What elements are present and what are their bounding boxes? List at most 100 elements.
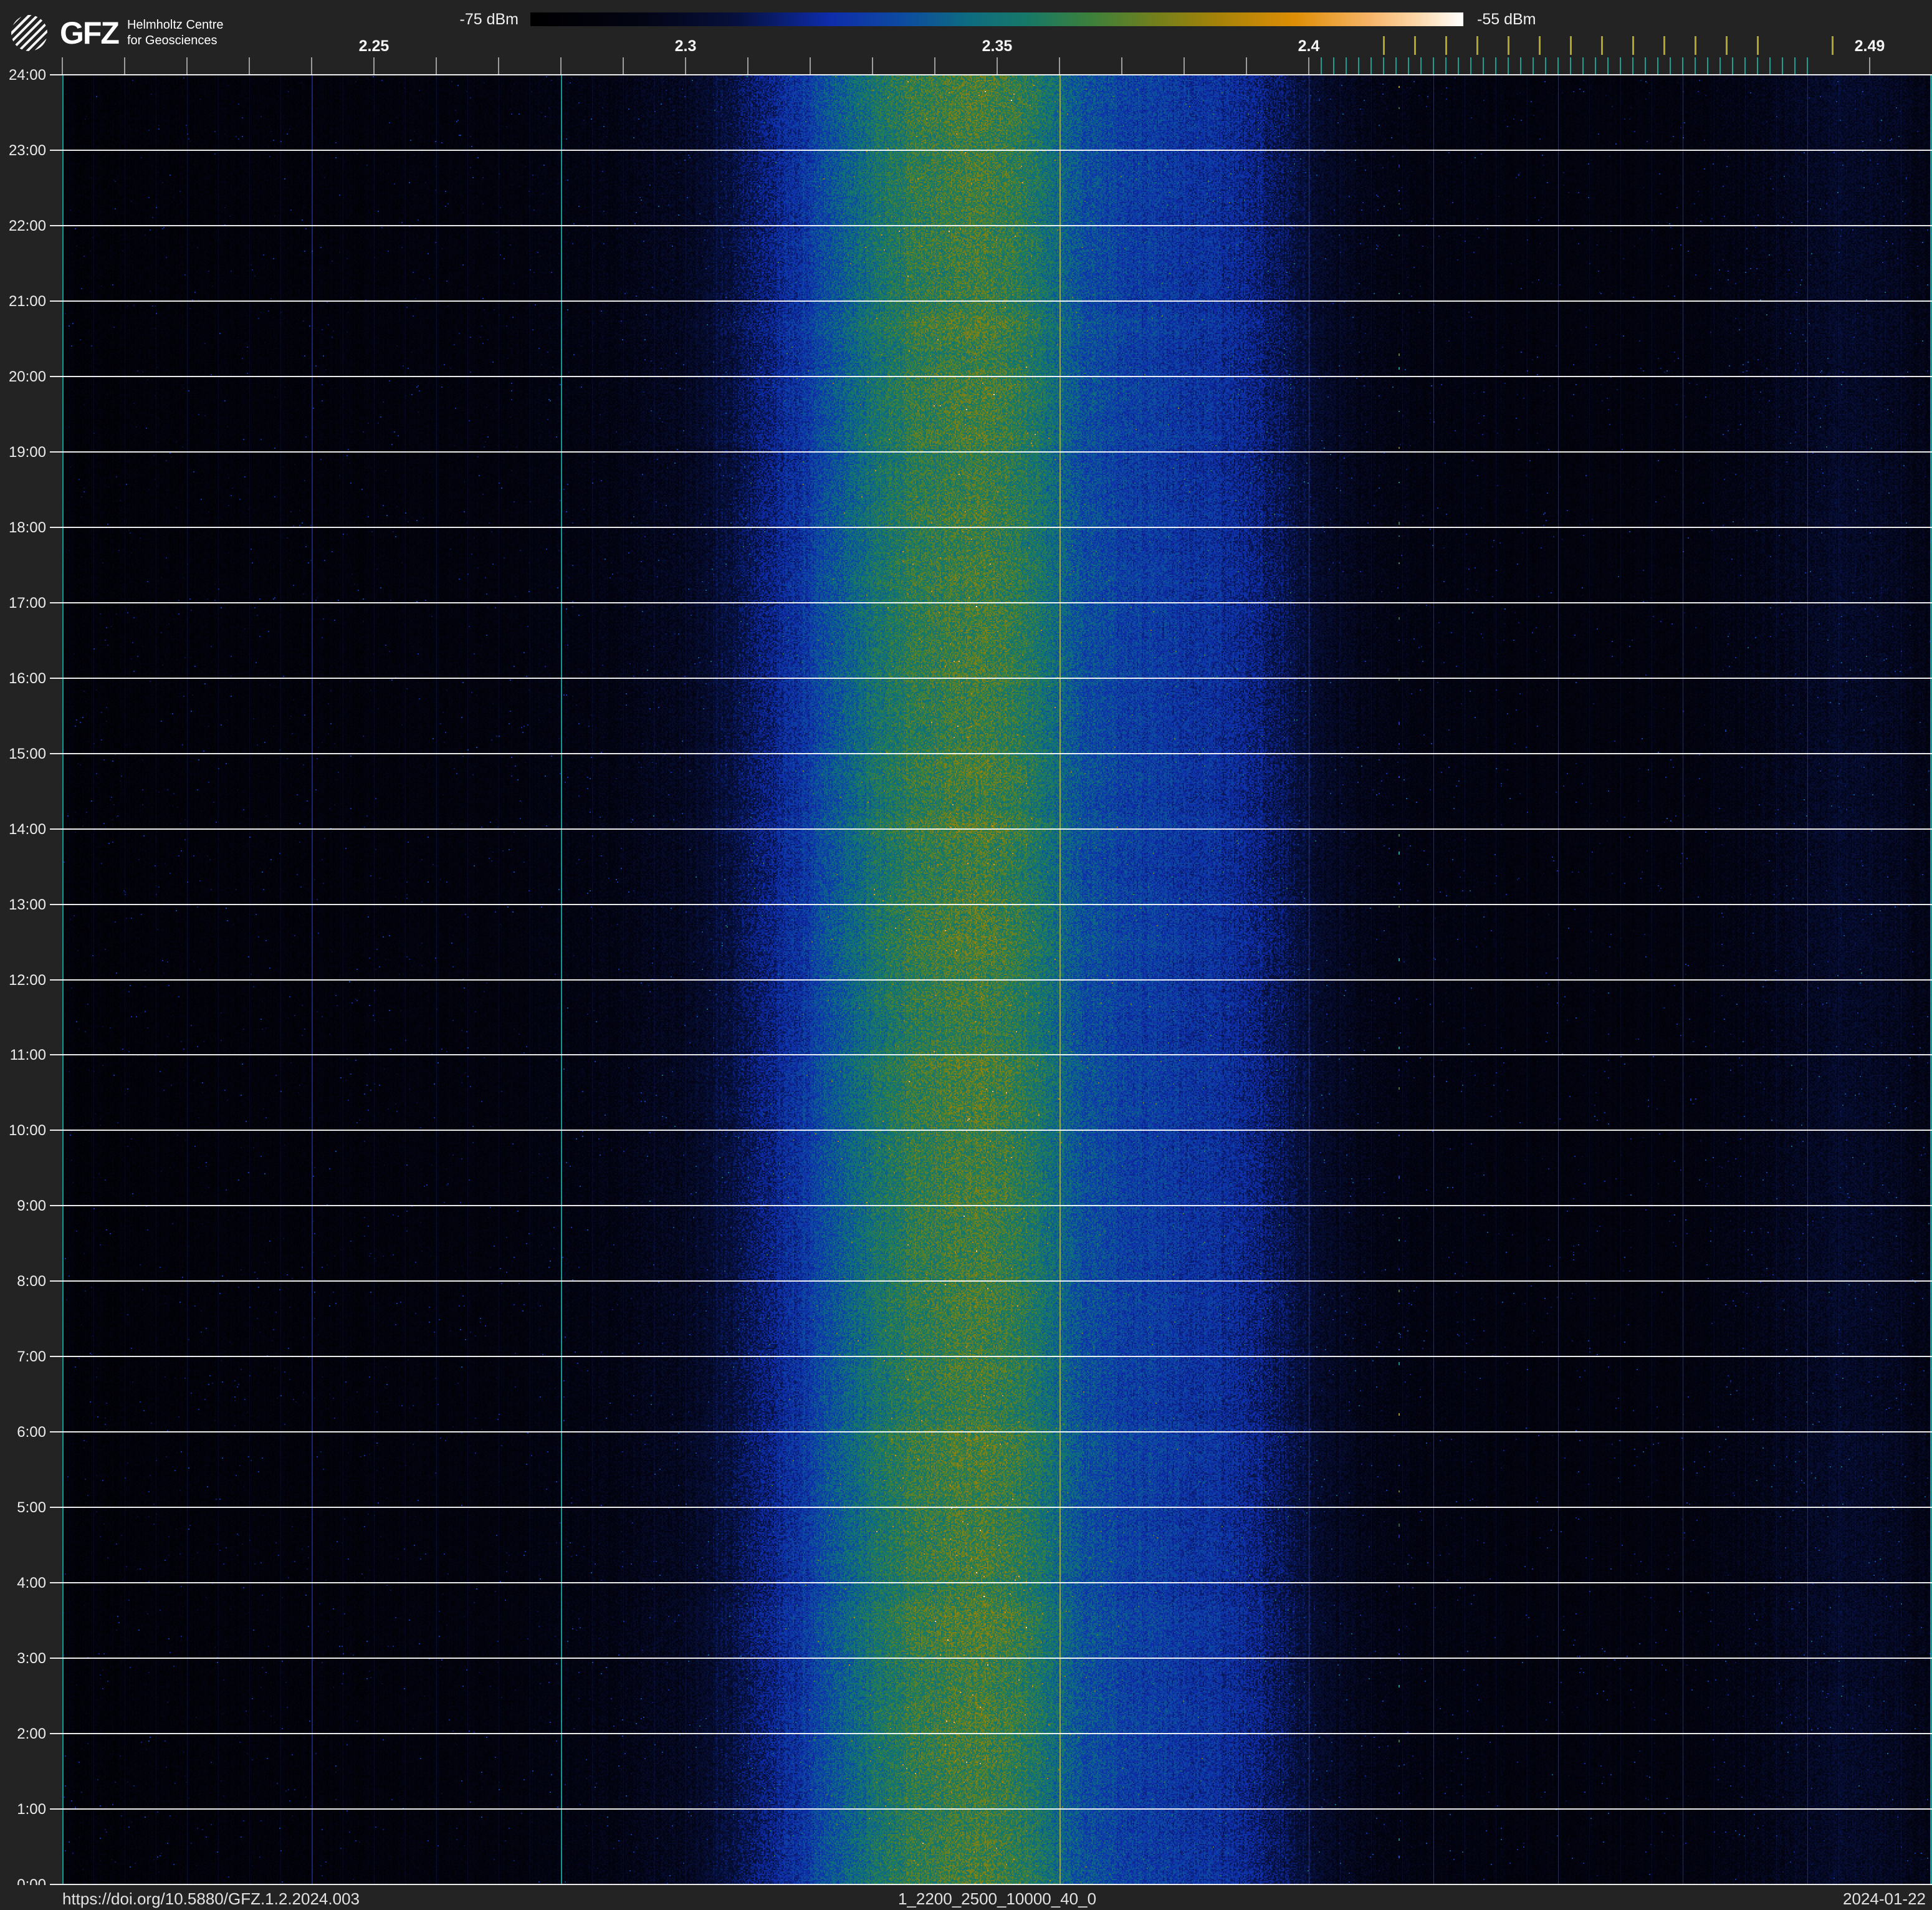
wifi-channel-tick — [1757, 36, 1759, 55]
ble-channel-tick — [1346, 57, 1347, 75]
intermittent-signal-dot — [1399, 293, 1400, 295]
intermittent-signal-dot — [1399, 86, 1400, 88]
wifi-channel-tick — [1726, 36, 1728, 55]
intermittent-signal-dot — [1399, 617, 1400, 620]
hour-gridline — [50, 1582, 1932, 1584]
time-tick-label: 12:00 — [8, 971, 46, 989]
ble-channel-tick — [1782, 57, 1783, 75]
ble-channel-tick — [1582, 57, 1584, 75]
intermittent-signal-dot — [1399, 834, 1400, 837]
ble-channel-tick — [1483, 57, 1484, 75]
intermittent-signal-dot — [1399, 411, 1400, 413]
wifi-channel-tick — [1601, 36, 1603, 55]
intermittent-signal-dot — [1399, 881, 1400, 885]
ble-channel-tick — [1433, 57, 1434, 75]
intermittent-signal-dot — [1399, 1490, 1400, 1492]
intermittent-signal-dot — [1399, 1523, 1400, 1527]
gfz-logo-name-line2: for Geosciences — [127, 34, 218, 47]
intermittent-signal-dot — [1399, 722, 1400, 726]
intermittent-signal-dot — [1399, 521, 1400, 525]
freq-tick — [934, 57, 935, 75]
intermittent-signal-dot — [1399, 1289, 1400, 1292]
freq-tick-label: 2.49 — [1854, 37, 1885, 55]
intermittent-signal-dot — [1399, 1792, 1400, 1795]
ble-channel-tick — [1757, 57, 1758, 75]
ble-channel-tick — [1645, 57, 1646, 75]
ble-channel-tick — [1470, 57, 1471, 75]
freq-tick — [997, 57, 998, 75]
ble-channel-tick — [1545, 57, 1546, 75]
freq-tick-label: 2.3 — [674, 37, 697, 55]
time-tick-label: 19:00 — [8, 443, 46, 461]
intermittent-signal-dot — [1399, 1068, 1400, 1071]
time-tick-label: 24:00 — [8, 67, 46, 84]
ble-channel-tick — [1620, 57, 1621, 75]
freq-tick — [311, 57, 312, 75]
ble-channel-tick — [1682, 57, 1683, 75]
ble-channel-tick — [1458, 57, 1459, 75]
intermittent-signal-dot — [1399, 1685, 1400, 1688]
intermittent-signal-dot — [1399, 1268, 1400, 1270]
intermittent-signal-dot — [1399, 905, 1400, 908]
ble-channel-tick — [1719, 57, 1721, 75]
footer-bar: https://doi.org/10.5880/GFZ.1.2.2024.003… — [0, 1885, 1932, 1910]
intermittent-signal-dot — [1399, 1175, 1400, 1179]
wifi-channel-tick — [1508, 36, 1509, 55]
time-tick-label: 20:00 — [8, 368, 46, 385]
wifi-channel-tick — [1663, 36, 1665, 55]
ble-channel-tick — [1570, 57, 1571, 75]
hour-gridline — [50, 224, 1932, 226]
hour-gridline — [50, 1507, 1932, 1509]
date-text: 2024-01-22 — [1843, 1889, 1926, 1908]
intermittent-signal-dot — [1399, 234, 1400, 237]
dataset-id-text: 1_2200_2500_10000_40_0 — [897, 1889, 1097, 1908]
intermittent-signal-dot — [1399, 1653, 1400, 1655]
time-tick-label: 17:00 — [8, 594, 46, 612]
intermittent-signal-dot — [1399, 957, 1400, 961]
ble-channel-tick — [1333, 57, 1334, 75]
time-tick-label: 22:00 — [8, 217, 46, 234]
freq-tick — [685, 57, 686, 75]
spectrogram-page: GFZ Helmholtz Centre for Geosciences -75… — [0, 0, 1932, 1910]
hour-gridline — [50, 1658, 1932, 1659]
freq-tick — [62, 57, 63, 75]
gfz-logo: GFZ Helmholtz Centre for Geosciences — [11, 15, 224, 51]
intermittent-signal-dot — [1399, 1628, 1400, 1631]
freq-tick — [560, 57, 562, 75]
time-tick-label: 15:00 — [8, 745, 46, 762]
hour-gridline — [50, 903, 1932, 905]
freq-tick — [1059, 57, 1060, 75]
hour-gridline — [50, 828, 1932, 830]
ble-channel-tick — [1794, 57, 1796, 75]
freq-tick-label: 2.25 — [358, 37, 390, 55]
intermittent-signal-dot — [1399, 1838, 1400, 1841]
freq-tick — [1184, 57, 1185, 75]
ble-channel-tick — [1495, 57, 1496, 75]
hour-gridline — [50, 979, 1932, 981]
time-tick-label: 2:00 — [17, 1725, 46, 1743]
time-tick-label: 10:00 — [8, 1122, 46, 1140]
freq-tick — [810, 57, 811, 75]
intermittent-signal-dot — [1399, 1348, 1400, 1350]
wifi-channel-tick — [1476, 36, 1478, 55]
intermittent-signal-dot — [1399, 743, 1400, 746]
ble-channel-tick — [1321, 57, 1322, 75]
colorbar-min-label: -75 dBm — [459, 11, 519, 28]
time-tick-label: 16:00 — [8, 669, 46, 687]
gfz-globe-icon — [11, 15, 47, 51]
hour-gridline — [50, 300, 1932, 302]
freq-tick — [872, 57, 873, 75]
ble-channel-tick — [1533, 57, 1534, 75]
intermittent-signal-dot — [1399, 1739, 1400, 1742]
intermittent-signal-dot — [1399, 1535, 1400, 1538]
ble-channel-tick — [1670, 57, 1671, 75]
time-tick-label: 14:00 — [8, 820, 46, 838]
freq-tick — [249, 57, 250, 75]
time-tick-label: 3:00 — [17, 1650, 46, 1668]
freq-tick-label: 2.4 — [1298, 37, 1320, 55]
freq-tick — [436, 57, 437, 75]
ble-channel-tick — [1744, 57, 1746, 75]
intermittent-signal-dot — [1399, 203, 1400, 205]
intermittent-signal-dot — [1399, 852, 1400, 855]
hour-gridline — [50, 752, 1932, 754]
